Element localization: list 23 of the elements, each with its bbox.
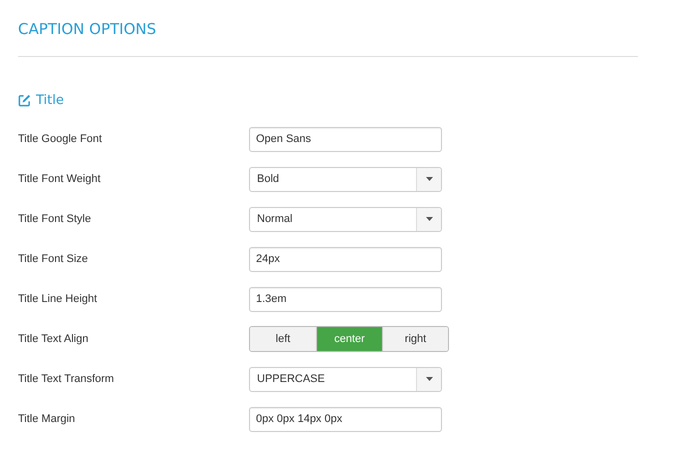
input-field[interactable]: Open Sans <box>249 126 442 152</box>
field-label: Title Google Font <box>18 133 103 145</box>
field-label: Title Font Weight <box>18 173 102 185</box>
dropdown[interactable]: Normal <box>249 206 442 232</box>
input-field[interactable]: 24px <box>249 246 442 272</box>
page-heading: CAPTION OPTIONS <box>18 19 158 40</box>
field-label: Title Font Style <box>18 213 92 225</box>
caret-icon <box>426 377 432 381</box>
caret-icon <box>426 177 432 181</box>
align-option[interactable]: left <box>250 327 316 351</box>
dropdown[interactable]: Bold <box>249 166 442 192</box>
field-label: Title Line Height <box>18 293 98 305</box>
field-label: Title Text Align <box>18 333 90 345</box>
field-label: Title Font Size <box>18 253 89 265</box>
caret-icon <box>426 217 432 221</box>
dropdown[interactable]: UPPERCASE <box>249 366 442 392</box>
field-label: Title Text Transform <box>18 373 115 385</box>
input-field[interactable]: 0px 0px 14px 0px <box>249 406 442 432</box>
input-field[interactable]: 1.3em <box>249 286 442 312</box>
section-title: Title <box>36 92 64 108</box>
field-label: Title Margin <box>18 413 76 425</box>
align-option[interactable]: right <box>382 327 448 351</box>
edit-icon <box>18 94 31 106</box>
